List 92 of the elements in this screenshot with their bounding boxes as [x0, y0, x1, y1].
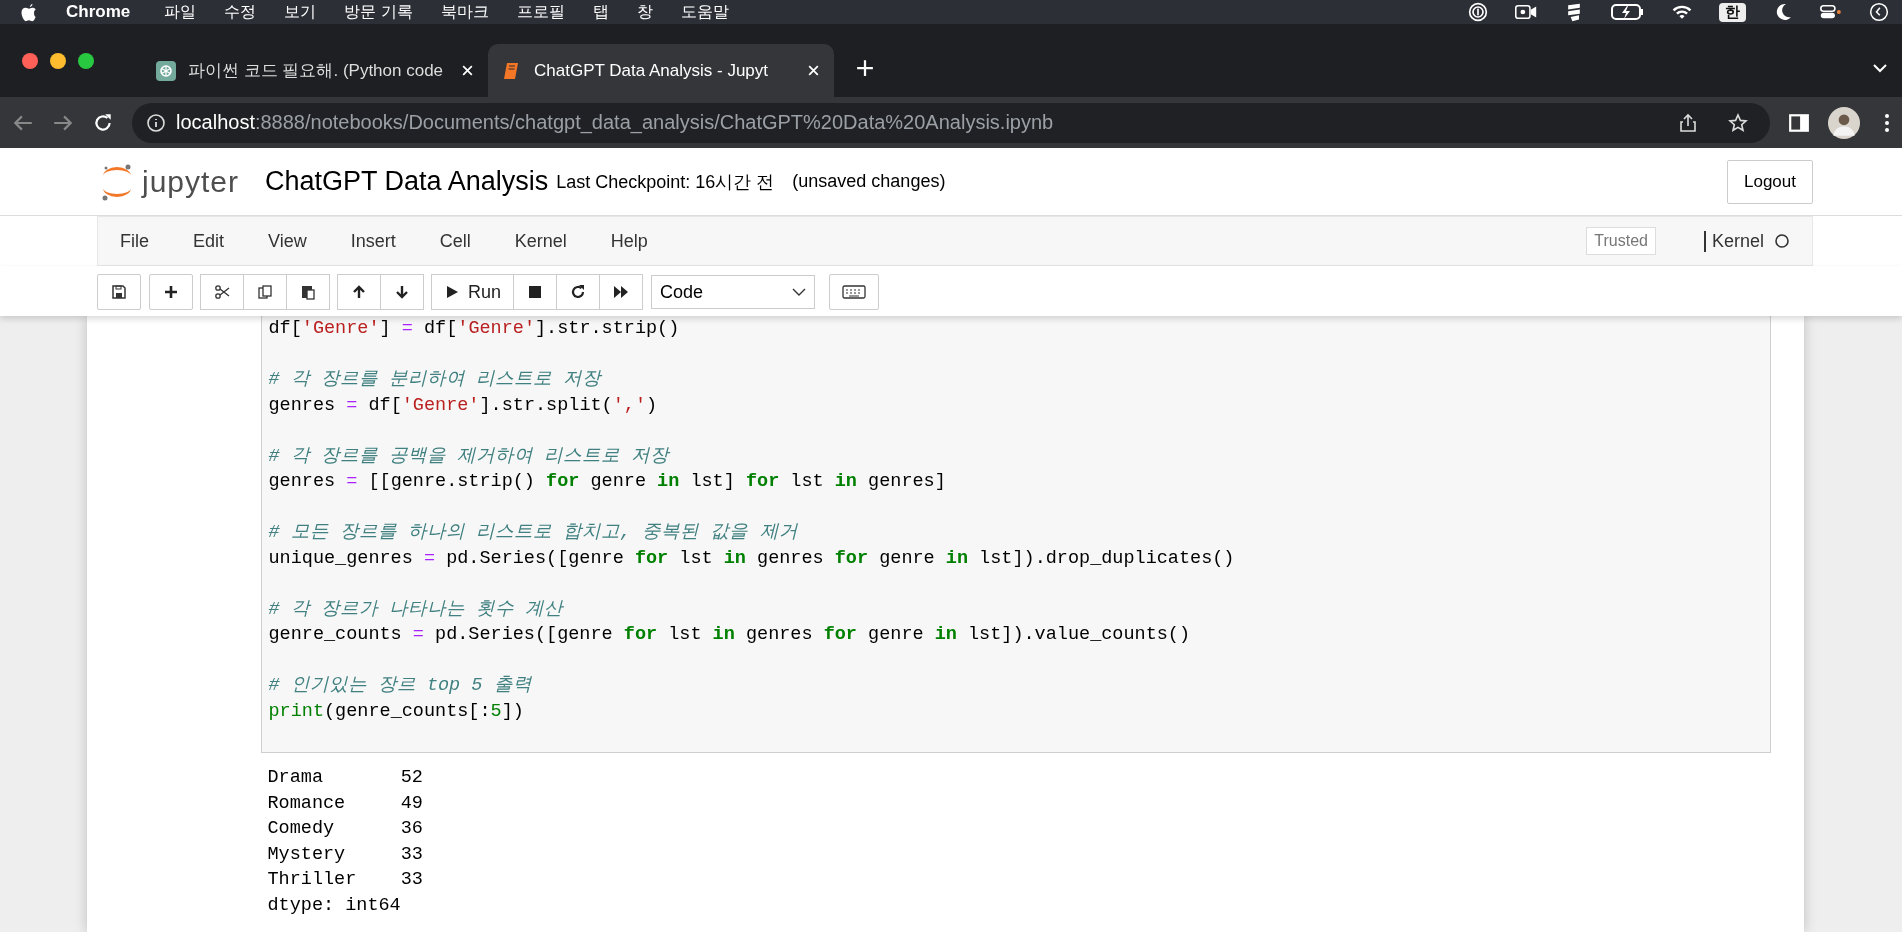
- close-icon[interactable]: [807, 64, 820, 77]
- arrow-up-icon: [351, 284, 367, 300]
- code-line: print(genre_counts[:5]): [268, 699, 525, 724]
- play-icon: [444, 284, 460, 300]
- app-menu[interactable]: Chrome: [66, 2, 131, 22]
- fast-forward-button[interactable]: [599, 274, 644, 310]
- code-line: genres = df['Genre'].str.split(','): [268, 393, 659, 418]
- code-line: # 각 장르를 분리하여 리스트로 저장: [268, 368, 604, 392]
- menu-item[interactable]: 방문 기록: [344, 1, 413, 23]
- browser-tab[interactable]: 파이썬 코드 필요해. (Python code: [142, 44, 488, 97]
- save-status: (unsaved changes): [792, 171, 946, 192]
- knot-icon: [156, 60, 176, 81]
- reload-icon: [570, 284, 587, 300]
- output-line: Romance 49: [267, 791, 424, 816]
- code-line: # 각 장르를 공백을 제거하여 리스트로 저장: [268, 444, 672, 469]
- output-line: Thriller 33: [267, 868, 424, 892]
- input-source-indicator[interactable]: 한: [1719, 2, 1746, 22]
- close-window-button[interactable]: [22, 52, 38, 69]
- browser-tab[interactable]: ChatGPT Data Analysis - Jupyt: [488, 44, 834, 97]
- video-camera-icon[interactable]: [1515, 2, 1537, 22]
- kernel-name: Kernel: [1703, 230, 1764, 252]
- kernel-idle-icon: [1774, 233, 1790, 249]
- command-palette-button[interactable]: [829, 274, 880, 310]
- output-line: Comedy 36: [267, 817, 424, 841]
- copy-icon: [257, 284, 273, 300]
- menu-item[interactable]: 창: [636, 1, 653, 23]
- share-icon[interactable]: [1678, 112, 1698, 133]
- menu-item[interactable]: Help: [610, 230, 648, 252]
- copy-button[interactable]: [243, 274, 287, 310]
- stop-icon: [527, 284, 544, 300]
- reload-icon[interactable]: [92, 111, 114, 134]
- code-line: unique_genres = pd.Series([genre for lst in genres for genre in lst]).drop_duplicates(): [268, 546, 1236, 571]
- output-line: dtype: int64: [267, 893, 402, 918]
- code-cell[interactable]: [260, 316, 1771, 753]
- clipboard-icon: [300, 284, 316, 300]
- logo-text: jupyter: [142, 164, 240, 199]
- code-line: df['Genre'] = df['Genre'].str.strip(): [268, 317, 681, 341]
- chevron-down-icon: [792, 288, 807, 296]
- insert-cell-button[interactable]: [149, 274, 193, 310]
- move-down-button[interactable]: [380, 274, 424, 310]
- code-line: genre_counts = pd.Series([genre for lst in genres for genre in lst]).value_counts(): [268, 623, 1192, 647]
- zoom-window-button[interactable]: [78, 52, 94, 69]
- trusted-indicator[interactable]: Trusted: [1586, 227, 1656, 255]
- menu-item[interactable]: Cell: [439, 230, 471, 252]
- address-bar[interactable]: localhost:8888/notebooks/Documents/chatgpt_data_analysis/ChatGPT%20Data%20Analysis.ipynb: [132, 102, 1770, 143]
- code-line: # 인기있는 장르 top 5 출력: [268, 674, 533, 698]
- menu-item[interactable]: File: [120, 230, 149, 252]
- output-line: Drama 52: [267, 766, 424, 790]
- restart-button[interactable]: [556, 274, 601, 310]
- menu-item[interactable]: 파일: [164, 1, 197, 23]
- stop-button[interactable]: [513, 274, 558, 310]
- menu-item[interactable]: 프로필: [516, 1, 565, 23]
- apple-icon[interactable]: [20, 2, 38, 22]
- scissors-icon: [214, 284, 230, 300]
- code-line: # 각 장르가 나타나는 횟수 계산: [268, 597, 565, 622]
- keyboard-icon: [842, 285, 867, 299]
- info-icon[interactable]: [146, 112, 166, 133]
- menu-item[interactable]: Kernel: [514, 230, 567, 252]
- save-button[interactable]: [97, 274, 141, 310]
- menu-item[interactable]: Edit: [193, 230, 225, 252]
- code-line: genres = [[genre.strip() for genre in lst] for lst in genres]: [268, 470, 947, 494]
- checkpoint-status: Last Checkpoint: 16시간 전: [556, 170, 775, 194]
- password-icon[interactable]: [1467, 2, 1489, 22]
- menu-item[interactable]: 보기: [284, 1, 317, 23]
- run-button[interactable]: Run: [431, 274, 515, 310]
- logout-button[interactable]: Logout: [1727, 159, 1813, 204]
- menu-item[interactable]: 수정: [224, 1, 257, 23]
- star-icon[interactable]: [1728, 112, 1748, 133]
- side-panel-icon[interactable]: [1788, 111, 1810, 134]
- menu-item[interactable]: Insert: [350, 230, 396, 252]
- new-tab-icon[interactable]: [856, 58, 874, 77]
- paste-button[interactable]: [286, 274, 330, 310]
- cut-button[interactable]: [200, 274, 244, 310]
- fast-forward-icon: [613, 284, 630, 300]
- battery-icon[interactable]: [1611, 2, 1645, 22]
- code-line: # 모든 장르를 하나의 리스트로 합치고, 중복된 값을 제거: [268, 521, 799, 545]
- move-up-button[interactable]: [337, 274, 381, 310]
- close-icon[interactable]: [461, 64, 474, 77]
- cell-type-dropdown[interactable]: Code: [651, 275, 816, 309]
- menu-item[interactable]: 도움말: [680, 1, 729, 23]
- more-icon[interactable]: [1884, 112, 1890, 133]
- arrow-down-icon: [394, 284, 410, 300]
- minimize-window-button[interactable]: [50, 52, 66, 69]
- plus-icon: [163, 284, 179, 300]
- clock-icon[interactable]: [1868, 2, 1890, 22]
- output-line: Mystery 33: [267, 842, 424, 867]
- menu-item[interactable]: 탭: [592, 1, 609, 23]
- notebook-title[interactable]: ChatGPT Data Analysis: [265, 166, 549, 197]
- avatar[interactable]: [1828, 106, 1860, 139]
- menu-item[interactable]: View: [268, 230, 307, 252]
- chevron-down-icon[interactable]: [1872, 62, 1888, 73]
- menu-item[interactable]: 북마크: [440, 1, 489, 23]
